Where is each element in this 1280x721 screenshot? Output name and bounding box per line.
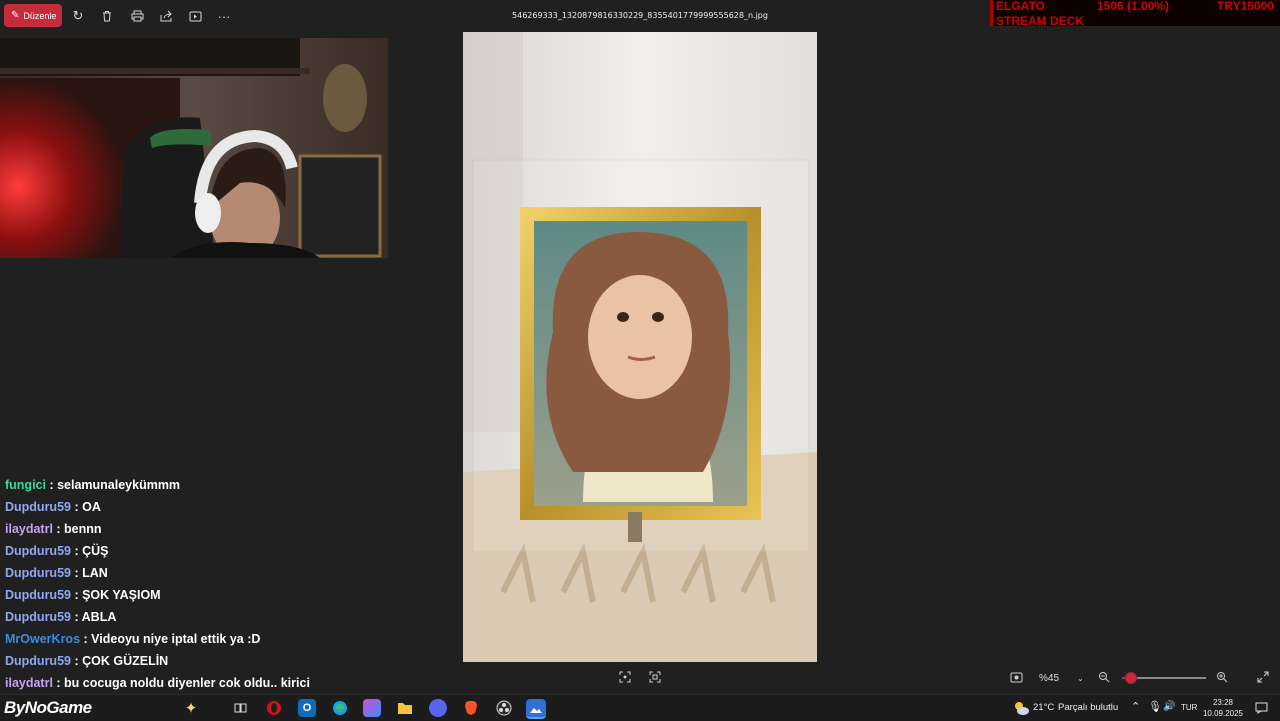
fullscreen-icon[interactable]: [1257, 671, 1269, 686]
copilot-sparkle-icon[interactable]: ✦: [182, 699, 200, 717]
ticker-item-name-2: STREAM DECK: [996, 14, 1085, 26]
chat-message: Dupduru59 : ŞOK YAŞIOM: [5, 588, 161, 602]
chat-message: Dupduru59 : OA: [5, 500, 101, 514]
outlook-icon[interactable]: O: [298, 699, 316, 717]
language-indicator[interactable]: TUR: [1181, 703, 1197, 712]
chat-text: bennn: [64, 522, 102, 536]
clock-time: 23:28: [1212, 698, 1234, 707]
crop-fit-icon[interactable]: [619, 671, 631, 686]
opera-icon[interactable]: [265, 699, 283, 717]
weather-icon: [1012, 699, 1030, 717]
photo-viewer-image[interactable]: [463, 32, 817, 662]
share-icon[interactable]: [157, 7, 175, 25]
zoom-slider[interactable]: [1122, 672, 1206, 684]
chat-message: ilaydatrl : bennn: [5, 522, 102, 536]
slideshow-icon[interactable]: [186, 7, 204, 25]
zoom-in-icon[interactable]: [1216, 671, 1228, 686]
chevron-up-icon[interactable]: ⌃: [1131, 700, 1140, 713]
microphone-icon[interactable]: 🎙: [1148, 700, 1162, 713]
ticker-item-name: ELGATO: [996, 0, 1045, 13]
edit-button[interactable]: ✎ Düzenle: [4, 4, 62, 27]
zoom-out-icon[interactable]: [1098, 671, 1110, 686]
file-name: 546269333_1320879816330229_8355401779999…: [512, 11, 768, 20]
speaker-icon[interactable]: 🔊: [1163, 701, 1175, 712]
chat-message: MrOwerKros : Videoyu niye iptal ettik ya…: [5, 632, 261, 646]
chat-text: Videoyu niye iptal ettik ya :D: [91, 632, 261, 646]
copilot-icon[interactable]: [363, 699, 381, 717]
weather-temperature: 21°C: [1033, 702, 1055, 713]
edit-icon: ✎: [11, 10, 20, 21]
chevron-down-icon: ⌄: [1077, 673, 1084, 683]
file-explorer-icon[interactable]: [396, 699, 414, 717]
chat-message: Dupduru59 : LAN: [5, 566, 108, 580]
chat-text: selamunaleykümmm: [57, 478, 181, 492]
chat-username: Dupduru59: [5, 544, 71, 558]
zoom-level-select[interactable]: %45 ⌄: [1031, 667, 1089, 689]
chat-username: MrOwerKros: [5, 632, 81, 646]
photos-app-icon[interactable]: [526, 699, 546, 719]
edge-icon[interactable]: [331, 699, 349, 717]
obs-icon[interactable]: [495, 699, 513, 717]
zoom-level-value: %45: [1039, 672, 1060, 684]
system-clock[interactable]: 23:28 10.09.2025: [1200, 697, 1246, 719]
discord-icon[interactable]: [429, 699, 447, 717]
print-icon[interactable]: [128, 7, 146, 25]
chat-text: ÇÜŞ: [82, 544, 109, 558]
chat-text: ABLA: [81, 610, 117, 624]
ticker-item-change: 1506 (1.00%): [1097, 0, 1170, 13]
weather-description: Parçalı bulutlu: [1058, 702, 1119, 713]
actual-size-icon[interactable]: [649, 671, 661, 686]
brave-icon[interactable]: [462, 699, 480, 717]
clock-date: 10.09.2025: [1202, 709, 1244, 718]
chat-message: Dupduru59 : ÇÜŞ: [5, 544, 109, 558]
chat-username: fungici: [5, 478, 46, 492]
notifications-icon[interactable]: [1252, 699, 1270, 717]
chat-message: fungici : selamunaleykümmm: [5, 478, 181, 492]
edit-button-label: Düzenle: [23, 10, 57, 21]
chat-username: Dupduru59: [5, 588, 71, 602]
chat-text: LAN: [82, 566, 108, 580]
ticker-item-price: TRY15000: [1217, 0, 1274, 13]
chat-text: ŞOK YAŞIOM: [82, 588, 161, 602]
brand-logo: ByNoGame: [4, 698, 92, 717]
chat-message: Dupduru59 : ABLA: [5, 610, 117, 624]
task-view-icon[interactable]: [231, 699, 249, 717]
chat-username: Dupduru59: [5, 566, 71, 580]
price-ticker: ELGATO 1506 (1.00%) TRY15000 STREAM DECK: [990, 0, 1280, 26]
delete-icon[interactable]: [98, 7, 116, 25]
chat-text: OA: [82, 500, 101, 514]
chat-username: Dupduru59: [5, 610, 71, 624]
fit-view-icon[interactable]: [1010, 671, 1023, 686]
chat-username: ilaydatrl: [5, 522, 53, 536]
more-options-icon[interactable]: ···: [215, 7, 233, 25]
chat-username: Dupduru59: [5, 500, 71, 514]
webcam-feed: [0, 38, 388, 258]
windows-taskbar: ByNoGame ✦ O 21°C Parçalı bulutlu ⌃ 🎙 🔊 …: [0, 694, 1280, 721]
rotate-icon[interactable]: ↻: [69, 7, 87, 25]
